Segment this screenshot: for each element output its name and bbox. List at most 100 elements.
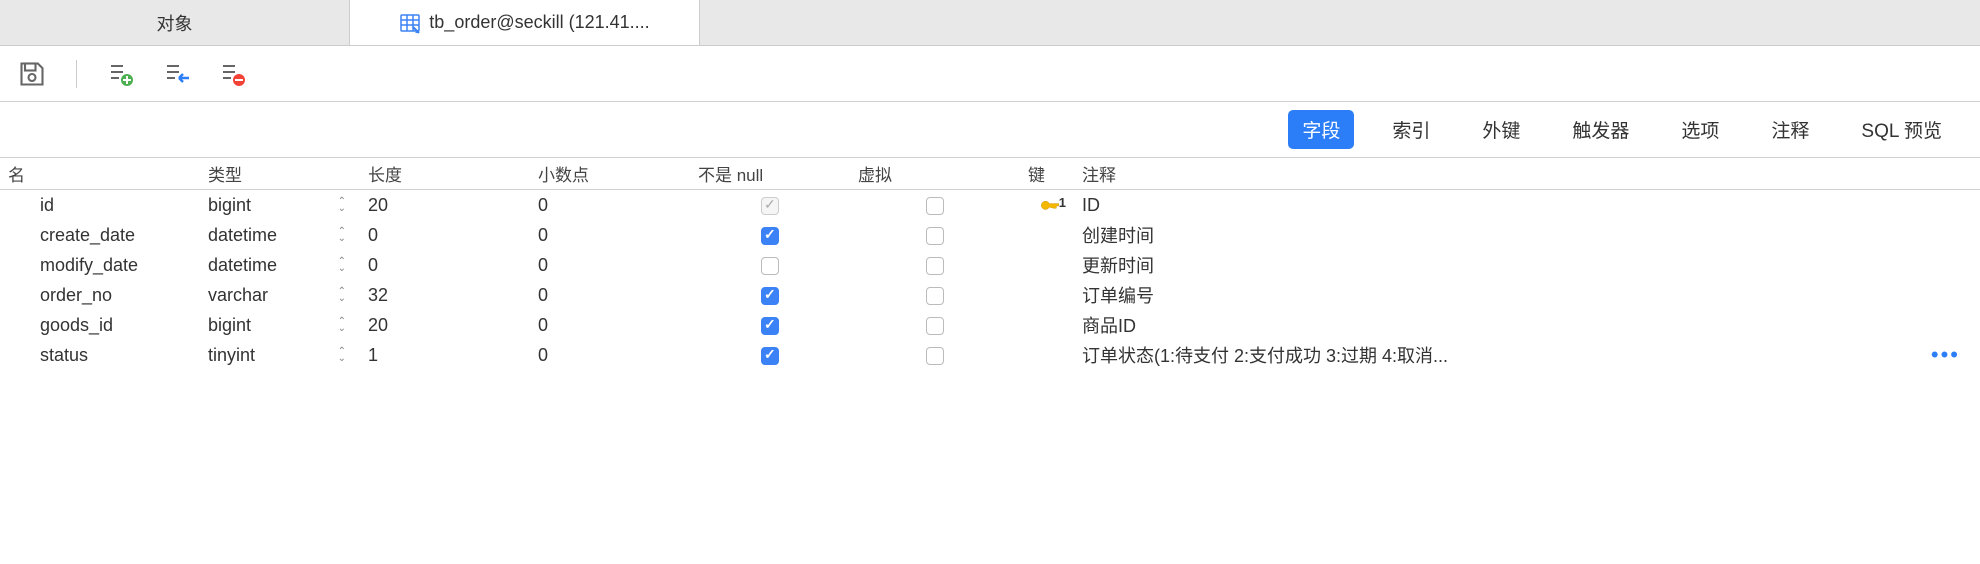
field-decimal-cell[interactable]: 0	[530, 343, 690, 368]
field-name-cell[interactable]: status	[0, 343, 200, 368]
table-row[interactable]: modify_datedatetime⌃⌄00更新时间	[0, 250, 1980, 280]
header-name[interactable]: 名	[0, 157, 200, 190]
field-comment-cell[interactable]: 订单状态(1:待支付 2:支付成功 3:过期 4:取消...•••	[1074, 340, 1980, 370]
field-type-cell[interactable]: tinyint⌃⌄	[200, 343, 360, 368]
virtual-checkbox[interactable]	[926, 347, 944, 365]
field-key-cell[interactable]	[1020, 323, 1074, 327]
field-key-cell[interactable]	[1020, 353, 1074, 357]
nav-tab-sql-preview[interactable]: SQL 预览	[1847, 110, 1956, 149]
field-key-cell[interactable]	[1020, 293, 1074, 297]
header-type[interactable]: 类型	[200, 157, 360, 190]
type-stepper[interactable]: ⌃⌄	[338, 258, 352, 272]
field-type-cell[interactable]: datetime⌃⌄	[200, 253, 360, 278]
add-field-button[interactable]	[105, 58, 137, 90]
save-button[interactable]	[16, 58, 48, 90]
header-not-null[interactable]: 不是 null	[690, 157, 850, 190]
field-name-cell[interactable]: order_no	[0, 283, 200, 308]
chevron-down-icon: ⌄	[338, 235, 346, 242]
virtual-checkbox[interactable]	[926, 227, 944, 245]
header-decimal[interactable]: 小数点	[530, 157, 690, 190]
field-comment-cell[interactable]: 更新时间	[1074, 250, 1980, 280]
field-type-cell[interactable]: bigint ⌃⌄	[200, 193, 360, 218]
type-stepper[interactable]: ⌃⌄	[338, 198, 352, 212]
field-name-cell[interactable]: modify_date	[0, 253, 200, 278]
nav-tab-triggers[interactable]: 触发器	[1558, 110, 1643, 149]
field-virtual-cell	[850, 343, 1020, 368]
field-key-cell[interactable]: 1	[1020, 191, 1074, 220]
field-length-cell[interactable]: 0	[360, 223, 530, 248]
field-type-cell[interactable]: datetime ⌃⌄	[200, 223, 360, 248]
field-length-cell[interactable]: 0	[360, 253, 530, 278]
field-comment-text: 创建时间	[1082, 222, 1154, 248]
not-null-checkbox[interactable]	[761, 257, 779, 275]
field-virtual-cell	[850, 283, 1020, 308]
field-comment-cell[interactable]: ID	[1074, 193, 1980, 218]
field-type-cell[interactable]: varchar⌃⌄	[200, 283, 360, 308]
insert-field-button[interactable]	[161, 58, 193, 90]
chevron-down-icon: ⌄	[338, 265, 346, 272]
not-null-checkbox[interactable]	[761, 347, 779, 365]
virtual-checkbox[interactable]	[926, 317, 944, 335]
field-name-cell[interactable]: id	[0, 193, 200, 218]
field-comment-cell[interactable]: 创建时间	[1074, 220, 1980, 250]
virtual-checkbox[interactable]	[926, 257, 944, 275]
virtual-checkbox[interactable]	[926, 197, 944, 215]
field-length-cell[interactable]: 32	[360, 283, 530, 308]
field-virtual-cell	[850, 223, 1020, 248]
header-length[interactable]: 长度	[360, 157, 530, 190]
table-row[interactable]: id bigint ⌃⌄ 200 1ID	[0, 190, 1980, 220]
not-null-checkbox[interactable]	[761, 197, 779, 215]
nav-tab-options[interactable]: 选项	[1667, 110, 1733, 149]
field-decimal-cell[interactable]: 0	[530, 223, 690, 248]
nav-tab-foreign-keys[interactable]: 外键	[1468, 110, 1534, 149]
table-row[interactable]: goods_idbigint⌃⌄200 商品ID	[0, 310, 1980, 340]
field-name-cell[interactable]: goods_id	[0, 313, 200, 338]
field-decimal-cell[interactable]: 0	[530, 313, 690, 338]
type-stepper[interactable]: ⌃⌄	[338, 228, 352, 242]
field-name-cell[interactable]: create_date	[0, 223, 200, 248]
field-notnull-cell	[690, 253, 850, 278]
field-virtual-cell	[850, 253, 1020, 278]
field-notnull-cell	[690, 193, 850, 218]
tabs-bar: 对象 tb_order@seckill (121.41....	[0, 0, 1980, 46]
field-length-cell[interactable]: 20	[360, 193, 530, 218]
field-decimal-cell[interactable]: 0	[530, 283, 690, 308]
tab-table[interactable]: tb_order@seckill (121.41....	[350, 0, 700, 45]
table-row[interactable]: create_date datetime ⌃⌄ 00 创建时间	[0, 220, 1980, 250]
toolbar-divider	[76, 60, 77, 88]
field-comment-text: 订单编号	[1082, 282, 1154, 308]
type-stepper[interactable]: ⌃⌄	[338, 318, 352, 332]
table-row[interactable]: statustinyint⌃⌄10 订单状态(1:待支付 2:支付成功 3:过期 …	[0, 340, 1980, 370]
tab-label: 对象	[157, 10, 193, 36]
header-comment[interactable]: 注释	[1074, 157, 1980, 190]
field-type-value: datetime	[208, 225, 277, 246]
not-null-checkbox[interactable]	[761, 287, 779, 305]
tab-objects[interactable]: 对象	[0, 0, 350, 45]
nav-tab-comment[interactable]: 注释	[1757, 110, 1823, 149]
field-virtual-cell	[850, 193, 1020, 218]
field-decimal-cell[interactable]: 0	[530, 253, 690, 278]
field-notnull-cell	[690, 283, 850, 308]
field-comment-cell[interactable]: 订单编号	[1074, 280, 1980, 310]
header-virtual[interactable]: 虚拟	[850, 157, 1020, 190]
field-decimal-cell[interactable]: 0	[530, 193, 690, 218]
delete-field-button[interactable]	[217, 58, 249, 90]
header-key[interactable]: 键	[1020, 157, 1074, 190]
add-field-icon	[107, 60, 135, 88]
type-stepper[interactable]: ⌃⌄	[338, 288, 352, 302]
field-key-cell[interactable]	[1020, 263, 1074, 267]
more-icon[interactable]: •••	[1931, 342, 1960, 368]
field-type-cell[interactable]: bigint⌃⌄	[200, 313, 360, 338]
not-null-checkbox[interactable]	[761, 317, 779, 335]
type-stepper[interactable]: ⌃⌄	[338, 348, 352, 362]
field-length-cell[interactable]: 20	[360, 313, 530, 338]
virtual-checkbox[interactable]	[926, 287, 944, 305]
nav-tab-indexes[interactable]: 索引	[1378, 110, 1444, 149]
nav-tab-fields[interactable]: 字段	[1288, 110, 1354, 149]
field-key-cell[interactable]	[1020, 233, 1074, 237]
field-type-value: bigint	[208, 195, 251, 216]
field-length-cell[interactable]: 1	[360, 343, 530, 368]
table-row[interactable]: order_novarchar⌃⌄320 订单编号	[0, 280, 1980, 310]
not-null-checkbox[interactable]	[761, 227, 779, 245]
field-comment-cell[interactable]: 商品ID	[1074, 310, 1980, 340]
